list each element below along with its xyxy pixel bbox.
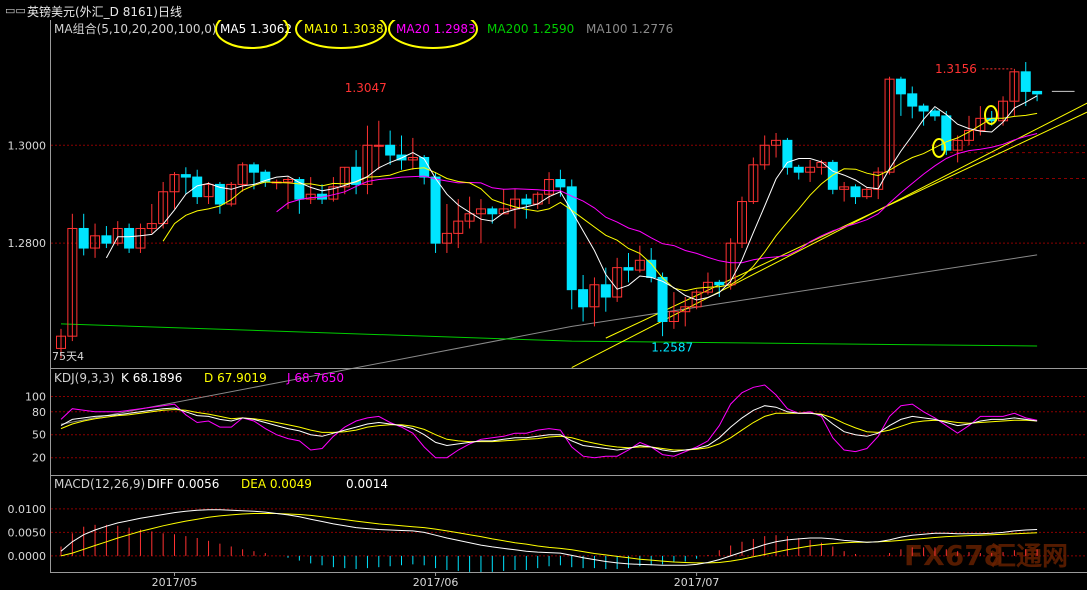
candle-body	[600, 284, 611, 298]
price-y-tick: 1.2800	[8, 237, 47, 250]
candle	[124, 223, 135, 253]
days-label: 75天4	[52, 350, 84, 363]
high-label-2: 1.3156	[935, 62, 977, 76]
macd-y-tick: 0.0100	[8, 503, 47, 516]
low-label: 1.2587	[651, 340, 693, 354]
macd-label: MACD(12,26,9)	[54, 477, 145, 491]
candle-body	[623, 267, 634, 271]
candle-body	[907, 93, 918, 107]
macd-hist-legend: 0.0014	[346, 477, 388, 491]
kdj-label: KDJ(9,3,3)	[54, 371, 115, 385]
window-title: 英镑美元(外汇_D 8161)日线	[27, 5, 182, 19]
candle-body	[373, 144, 384, 147]
candle-body	[192, 176, 203, 198]
chart-area[interactable]: FX678 汇通网 1.3047 1.3156 1.2587 75天4 1.3000 1…	[0, 20, 1087, 590]
ma200-legend: MA200 1.2590	[487, 22, 574, 36]
candle-body	[895, 78, 906, 95]
candle-body	[430, 176, 441, 244]
x-tick-label: 2017/06	[413, 576, 459, 589]
ma20-legend: MA20 1.2983	[396, 22, 476, 36]
macd-diff-legend: DIFF 0.0056	[147, 477, 219, 491]
candle-body	[101, 235, 112, 244]
kdj-d-legend: D 67.9019	[204, 371, 267, 385]
candle-body	[385, 144, 396, 156]
candle-body	[941, 115, 952, 151]
ma-group-label: MA组合(5,10,20,200,100,0)	[54, 21, 217, 36]
x-tick-label: 2017/07	[674, 576, 720, 589]
kdj-k-legend: K 68.1896	[121, 371, 182, 385]
candle-body	[929, 110, 940, 117]
candle-body	[521, 198, 532, 205]
candle-body	[1032, 90, 1043, 95]
candle-body	[918, 105, 929, 112]
kdj-y-tick: 50	[32, 429, 46, 442]
candle-body	[248, 164, 259, 173]
window-titlebar: ▭▭ 英镑美元(外汇_D 8161)日线	[0, 0, 1087, 20]
candle-body	[180, 174, 191, 178]
kdj-y-tick: 20	[32, 452, 46, 465]
macd-dea-legend: DEA 0.0049	[241, 477, 312, 491]
macd-y-tick: 0.0050	[8, 526, 47, 539]
candle-body	[646, 259, 657, 278]
candle-body	[793, 166, 804, 173]
candle-body	[124, 227, 135, 249]
chart-window-icon[interactable]: ▭▭	[5, 4, 26, 17]
candle-body	[555, 179, 566, 188]
ma100-legend: MA100 1.2776	[586, 22, 673, 36]
kdj-y-tick: 80	[32, 406, 46, 419]
candle-body	[566, 186, 577, 291]
ma10-legend: MA10 1.3038	[304, 22, 384, 36]
candle-body	[657, 276, 668, 322]
candle-body	[850, 186, 861, 198]
high-label-1: 1.3047	[345, 81, 387, 95]
candle-body	[78, 227, 89, 249]
watermark: FX678 汇通网	[904, 539, 1068, 572]
candle-body	[487, 208, 498, 215]
candle-body	[1020, 71, 1031, 92]
watermark-name: 汇通网	[990, 542, 1068, 572]
candle	[566, 179, 577, 310]
watermark-brand: FX678	[904, 539, 1003, 572]
macd-y-tick: 0.0000	[8, 550, 47, 563]
candle	[430, 172, 441, 253]
price-y-tick: 1.3000	[8, 139, 47, 152]
ma5-legend: MA5 1.3062	[220, 22, 292, 36]
candle-body	[827, 161, 838, 190]
x-tick-label: 2017/05	[152, 576, 198, 589]
candle-body	[578, 289, 589, 308]
kdj-y-tick: 100	[25, 390, 46, 403]
candle-body	[419, 156, 430, 178]
kdj-j-legend: J 68.7650	[286, 371, 344, 385]
candle-body	[714, 281, 725, 286]
